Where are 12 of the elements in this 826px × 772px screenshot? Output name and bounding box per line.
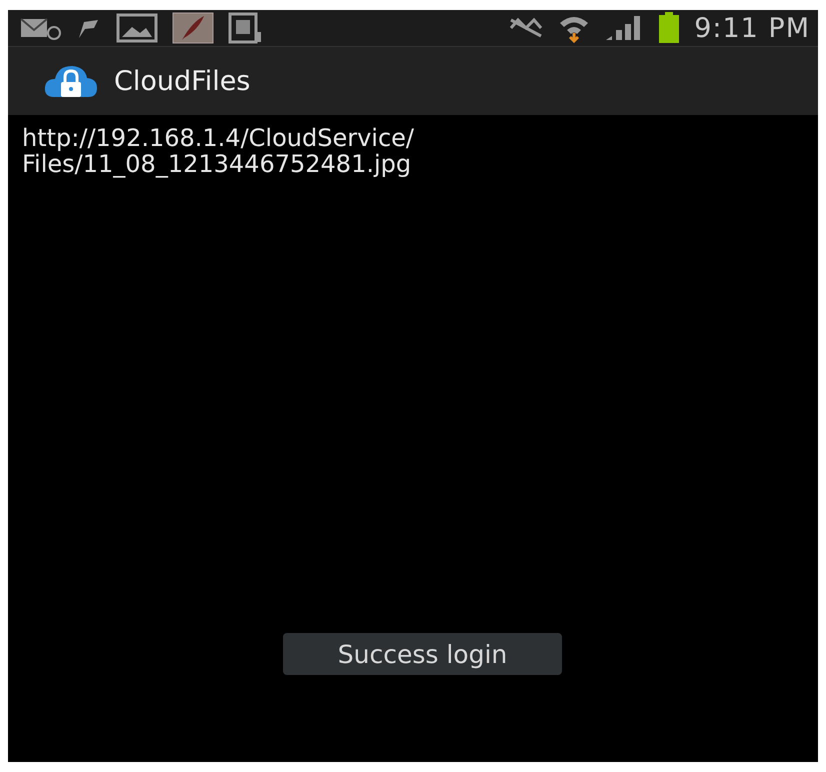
image-icon: [116, 13, 158, 43]
status-time: 9:11 PM: [694, 12, 810, 44]
url-text: http://192.168.1.4/CloudService/: [22, 125, 415, 151]
no-signal-icon: [508, 16, 544, 40]
sim-card-icon: [228, 12, 262, 44]
feather-icon: [172, 12, 214, 44]
battery-icon: [658, 12, 680, 44]
cloud-lock-icon: [44, 63, 98, 99]
mail-icon: [20, 16, 62, 40]
app-title: CloudFiles: [114, 66, 250, 96]
toast-message: Success login: [283, 633, 562, 675]
url-text: Files/11_08_1213446752481.jpg: [22, 151, 412, 177]
